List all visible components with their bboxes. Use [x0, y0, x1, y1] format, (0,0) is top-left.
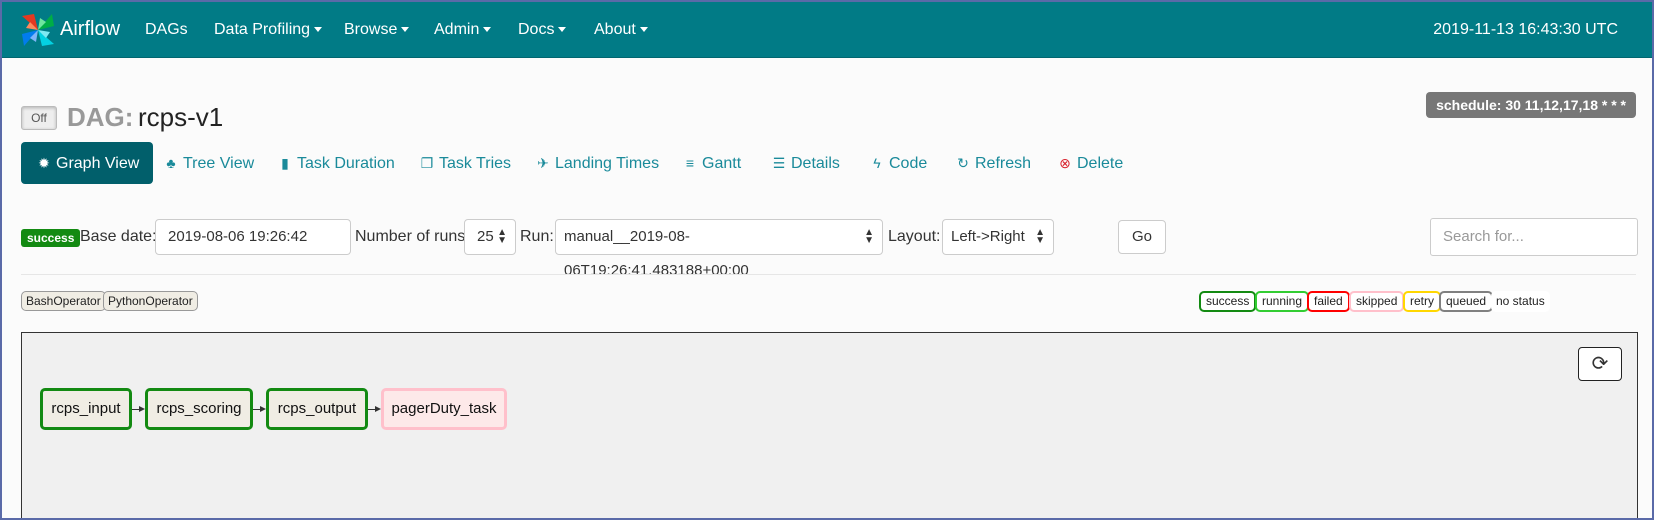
- tab-label: Gantt: [702, 155, 742, 172]
- dag-pause-toggle[interactable]: Off: [21, 106, 57, 130]
- run-label: Run:: [520, 228, 554, 245]
- caret-down-icon: [639, 27, 648, 33]
- search-input[interactable]: Search for...: [1430, 218, 1638, 256]
- operator-badge-bash: BashOperator: [21, 291, 106, 311]
- layout-select[interactable]: Left->Right ▲ ▼: [942, 219, 1054, 255]
- tab-label: Code: [889, 155, 928, 172]
- tab-task-tries[interactable]: ❐ Task Tries: [420, 142, 511, 184]
- legend-skipped: skipped: [1349, 291, 1405, 312]
- nav-docs-label: Docs: [518, 21, 555, 38]
- nav-about[interactable]: About: [594, 21, 648, 39]
- nav-dags[interactable]: DAGs: [145, 21, 188, 39]
- dag-run-status-badge: success: [21, 229, 81, 247]
- graph-refresh-button[interactable]: ⟳: [1578, 347, 1622, 381]
- nav-data-profiling[interactable]: Data Profiling: [214, 21, 323, 39]
- run-value: manual__2019-08-06T19:26:41.483188+00:00: [564, 228, 749, 279]
- remove-circle-icon: ⊗: [1059, 155, 1071, 171]
- legend-running: running: [1255, 291, 1310, 312]
- tab-refresh[interactable]: ↻ Refresh: [956, 142, 1031, 184]
- cog-icon: ✹: [38, 155, 50, 171]
- airflow-logo-icon[interactable]: [20, 12, 56, 48]
- dag-graph-canvas[interactable]: [21, 332, 1638, 518]
- nav-browse[interactable]: Browse: [344, 21, 410, 39]
- legend-no-status: no status: [1491, 291, 1550, 312]
- tab-label: Delete: [1077, 155, 1124, 172]
- legend-retry: retry: [1403, 291, 1441, 312]
- select-arrows-icon: ▲ ▼: [1035, 227, 1045, 246]
- task-node-pagerduty-task[interactable]: pagerDuty_task: [381, 388, 507, 430]
- tab-gantt[interactable]: ≡ Gantt: [683, 142, 741, 184]
- edge: [253, 409, 260, 410]
- schedule-badge: schedule: 30 11,12,17,18 * * *: [1426, 92, 1636, 118]
- tab-details[interactable]: ☰ Details: [772, 142, 840, 184]
- operator-badge-python: PythonOperator: [103, 291, 198, 311]
- base-date-label: Base date:: [80, 228, 157, 245]
- tab-label: Task Tries: [439, 155, 512, 172]
- tab-label: Task Duration: [297, 155, 395, 172]
- top-navbar: Airflow DAGs Data Profiling Browse Admin…: [2, 2, 1652, 58]
- tab-landing-times[interactable]: ✈ Landing Times: [536, 142, 659, 184]
- refresh-icon: ⟳: [1591, 353, 1609, 375]
- caret-down-icon: [558, 27, 567, 33]
- tab-label: Details: [791, 155, 840, 172]
- tab-task-duration[interactable]: ▮ Task Duration: [278, 142, 395, 184]
- num-runs-select[interactable]: 25 ▲ ▼: [464, 219, 516, 255]
- nav-admin-label: Admin: [434, 21, 480, 38]
- bar-chart-icon: ▮: [281, 155, 289, 171]
- num-runs-value: 25: [477, 228, 494, 245]
- go-button[interactable]: Go: [1118, 220, 1166, 254]
- tab-label: Refresh: [975, 155, 1032, 172]
- legend-failed: failed: [1307, 291, 1350, 312]
- plane-icon: ✈: [537, 155, 549, 171]
- task-node-rcps-input[interactable]: rcps_input: [40, 388, 132, 430]
- caret-down-icon: [401, 27, 410, 33]
- duplicate-icon: ❐: [420, 155, 434, 171]
- edge: [368, 409, 375, 410]
- legend-success: success: [1199, 291, 1257, 312]
- task-node-rcps-output[interactable]: rcps_output: [266, 388, 368, 430]
- edge: [132, 409, 139, 410]
- caret-down-icon: [483, 27, 492, 33]
- select-arrows-icon: ▲ ▼: [864, 227, 874, 246]
- brand-name[interactable]: Airflow: [60, 18, 120, 41]
- layout-label: Layout:: [888, 228, 941, 245]
- run-select[interactable]: manual__2019-08-06T19:26:41.483188+00:00…: [555, 219, 883, 279]
- server-time: 2019-11-13 16:43:30 UTC: [1433, 21, 1618, 38]
- caret-down-icon: [314, 27, 323, 33]
- dag-title-prefix: DAG:: [67, 102, 134, 132]
- align-left-icon: ≡: [685, 155, 695, 171]
- section-divider: [21, 274, 1636, 275]
- app-window: Airflow DAGs Data Profiling Browse Admin…: [0, 0, 1654, 520]
- list-icon: ☰: [772, 155, 786, 171]
- tab-label: Tree View: [183, 155, 255, 172]
- refresh-icon: ↻: [957, 155, 969, 171]
- dag-title: rcps-v1: [138, 102, 224, 132]
- nav-data-profiling-label: Data Profiling: [214, 21, 311, 38]
- tab-code[interactable]: ϟ Code: [870, 142, 927, 184]
- tree-icon: ♣: [166, 155, 176, 171]
- layout-value: Left->Right: [951, 228, 1025, 245]
- nav-dags-label: DAGs: [145, 21, 188, 38]
- base-date-input[interactable]: 2019-08-06 19:26:42: [155, 219, 351, 255]
- nav-about-label: About: [594, 21, 636, 38]
- num-runs-label: Number of runs:: [355, 228, 470, 245]
- tab-tree-view[interactable]: ♣ Tree View: [164, 142, 254, 184]
- flash-icon: ϟ: [873, 155, 881, 171]
- tab-label: Graph View: [56, 155, 140, 172]
- tab-label: Landing Times: [555, 155, 660, 172]
- task-node-rcps-scoring[interactable]: rcps_scoring: [145, 388, 253, 430]
- tab-delete[interactable]: ⊗ Delete: [1058, 142, 1123, 184]
- select-arrows-icon: ▲ ▼: [497, 227, 507, 246]
- nav-admin[interactable]: Admin: [434, 21, 492, 39]
- nav-browse-label: Browse: [344, 21, 398, 38]
- nav-docs[interactable]: Docs: [518, 21, 567, 39]
- tab-graph-view[interactable]: ✹ Graph View: [21, 142, 153, 184]
- legend-queued: queued: [1439, 291, 1494, 312]
